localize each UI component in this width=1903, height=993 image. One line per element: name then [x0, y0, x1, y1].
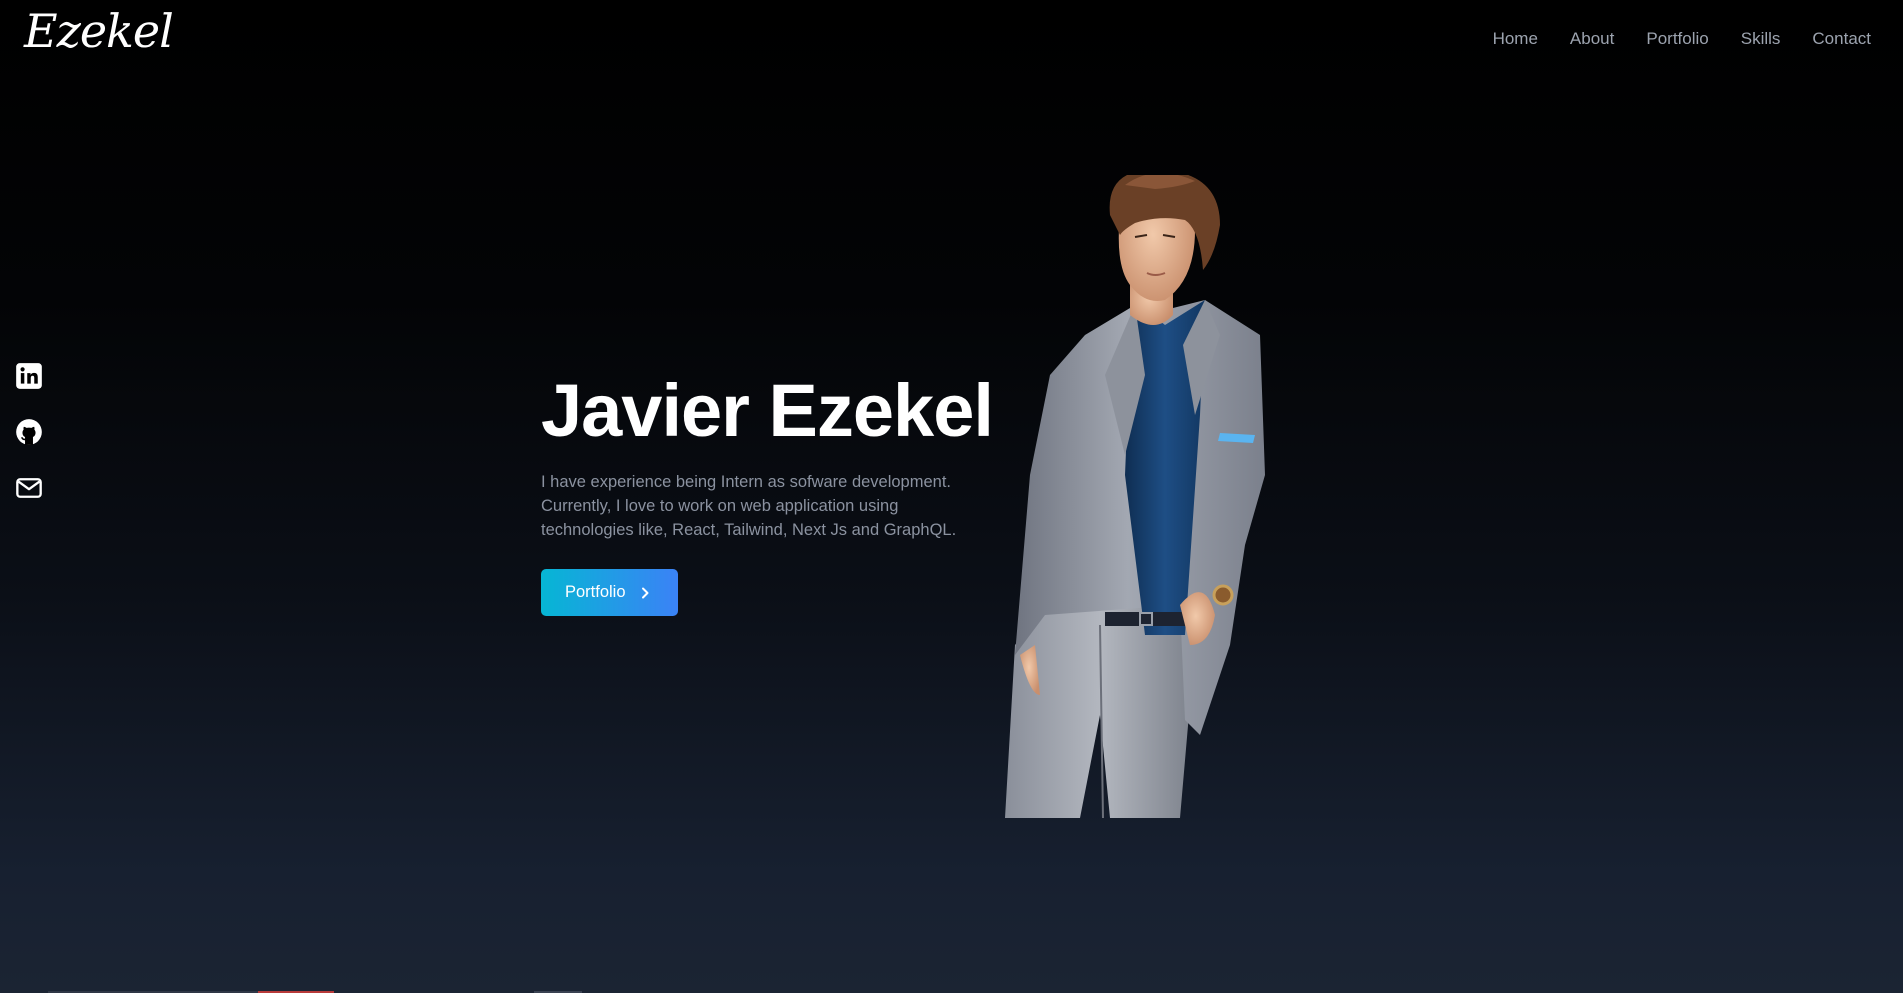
- social-links: [15, 362, 43, 502]
- nav-skills[interactable]: Skills: [1741, 29, 1781, 49]
- nav-about[interactable]: About: [1570, 29, 1614, 49]
- portfolio-button-label: Portfolio: [565, 583, 626, 602]
- nav-home[interactable]: Home: [1493, 29, 1538, 49]
- hero-description: I have experience being Intern as sofwar…: [541, 473, 957, 540]
- nav-portfolio[interactable]: Portfolio: [1646, 29, 1708, 49]
- mail-icon[interactable]: [15, 474, 43, 502]
- linkedin-icon[interactable]: [15, 362, 43, 390]
- hero-title: Javier Ezekel: [541, 369, 994, 452]
- github-icon[interactable]: [15, 418, 43, 446]
- hero-section: Javier Ezekel I have experience being In…: [541, 369, 1011, 617]
- site-logo[interactable]: Ezekel: [24, 6, 174, 57]
- portrait-illustration: [1005, 175, 1265, 818]
- portfolio-button[interactable]: Portfolio: [541, 569, 678, 617]
- chevron-right-icon: [641, 587, 649, 599]
- nav-contact[interactable]: Contact: [1812, 29, 1871, 49]
- main-nav: Home About Portfolio Skills Contact: [1493, 29, 1871, 49]
